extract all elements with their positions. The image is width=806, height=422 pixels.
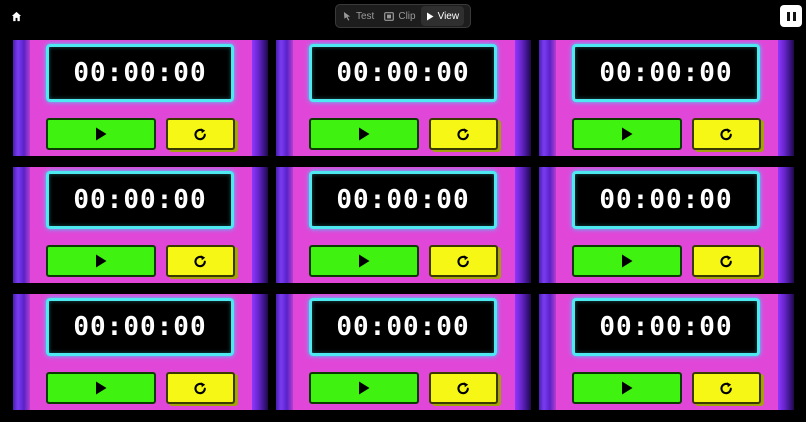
cursor-icon [343, 11, 351, 21]
timer-card: 00:00:00 [539, 40, 794, 156]
reset-button[interactable] [692, 118, 761, 150]
reset-icon [457, 254, 469, 267]
right-stripe [252, 294, 268, 410]
reset-icon [194, 127, 206, 140]
pause-icon [786, 11, 790, 21]
right-stripe [778, 167, 794, 283]
play-icon [359, 254, 370, 268]
reset-icon [720, 127, 732, 140]
left-stripe [13, 294, 30, 410]
play-icon [359, 381, 370, 395]
reset-icon [720, 381, 732, 394]
timer-display: 00:00:00 [572, 298, 760, 356]
reset-icon [457, 381, 469, 394]
mode-test-button[interactable]: Test [338, 6, 379, 26]
right-stripe [778, 40, 794, 156]
reset-icon [457, 127, 469, 140]
home-icon [11, 11, 21, 21]
play-icon [96, 254, 107, 268]
right-stripe [515, 167, 531, 283]
play-icon [96, 381, 107, 395]
play-icon [96, 127, 107, 141]
timer-display: 00:00:00 [309, 44, 497, 102]
play-icon [622, 127, 633, 141]
play-icon [359, 127, 370, 141]
left-stripe [539, 294, 556, 410]
left-stripe [276, 294, 293, 410]
clip-icon [384, 11, 395, 21]
right-stripe [252, 40, 268, 156]
play-button[interactable] [572, 245, 682, 277]
reset-button[interactable] [166, 245, 235, 277]
timer-display: 00:00:00 [46, 298, 234, 356]
reset-icon [720, 254, 732, 267]
play-icon [426, 12, 434, 20]
pause-icon-bar [792, 11, 796, 21]
timer-card: 00:00:00 [13, 294, 268, 410]
reset-button[interactable] [429, 245, 498, 277]
timer-display: 00:00:00 [309, 298, 497, 356]
timer-card: 00:00:00 [276, 294, 531, 410]
play-icon [622, 254, 633, 268]
timer-card: 00:00:00 [539, 294, 794, 410]
right-stripe [252, 167, 268, 283]
timer-display: 00:00:00 [46, 171, 234, 229]
mode-clip-button[interactable]: Clip [379, 6, 420, 26]
right-stripe [515, 294, 531, 410]
timer-card: 00:00:00 [13, 167, 268, 283]
play-icon [622, 381, 633, 395]
play-button[interactable] [309, 372, 419, 404]
reset-button[interactable] [692, 372, 761, 404]
mode-view-button[interactable]: View [420, 6, 465, 26]
mode-clip-label: Clip [398, 10, 416, 22]
left-stripe [13, 167, 30, 283]
mode-switcher: Test Clip View [335, 4, 471, 28]
reset-button[interactable] [429, 118, 498, 150]
play-button[interactable] [309, 118, 419, 150]
mode-view-label: View [437, 10, 460, 22]
play-button[interactable] [46, 245, 156, 277]
left-stripe [276, 167, 293, 283]
reset-button[interactable] [166, 372, 235, 404]
play-button[interactable] [572, 118, 682, 150]
timer-display: 00:00:00 [309, 171, 497, 229]
left-stripe [276, 40, 293, 156]
right-stripe [778, 294, 794, 410]
timer-card: 00:00:00 [13, 40, 268, 156]
left-stripe [13, 40, 30, 156]
timer-display: 00:00:00 [572, 44, 760, 102]
reset-icon [194, 381, 206, 394]
timer-card: 00:00:00 [276, 167, 531, 283]
left-stripe [539, 40, 556, 156]
timer-card: 00:00:00 [539, 167, 794, 283]
pause-button[interactable] [780, 5, 802, 27]
reset-button[interactable] [166, 118, 235, 150]
play-button[interactable] [572, 372, 682, 404]
mode-test-label: Test [356, 10, 375, 22]
timer-grid: 00:00:00 00:00:00 00:00:00 00:00:00 00:00:00… [13, 40, 794, 410]
play-button[interactable] [46, 372, 156, 404]
home-button[interactable] [6, 6, 26, 26]
timer-card: 00:00:00 [276, 40, 531, 156]
timer-display: 00:00:00 [46, 44, 234, 102]
play-button[interactable] [309, 245, 419, 277]
reset-button[interactable] [692, 245, 761, 277]
left-stripe [539, 167, 556, 283]
play-button[interactable] [46, 118, 156, 150]
right-stripe [515, 40, 531, 156]
timer-display: 00:00:00 [572, 171, 760, 229]
reset-icon [194, 254, 206, 267]
reset-button[interactable] [429, 372, 498, 404]
